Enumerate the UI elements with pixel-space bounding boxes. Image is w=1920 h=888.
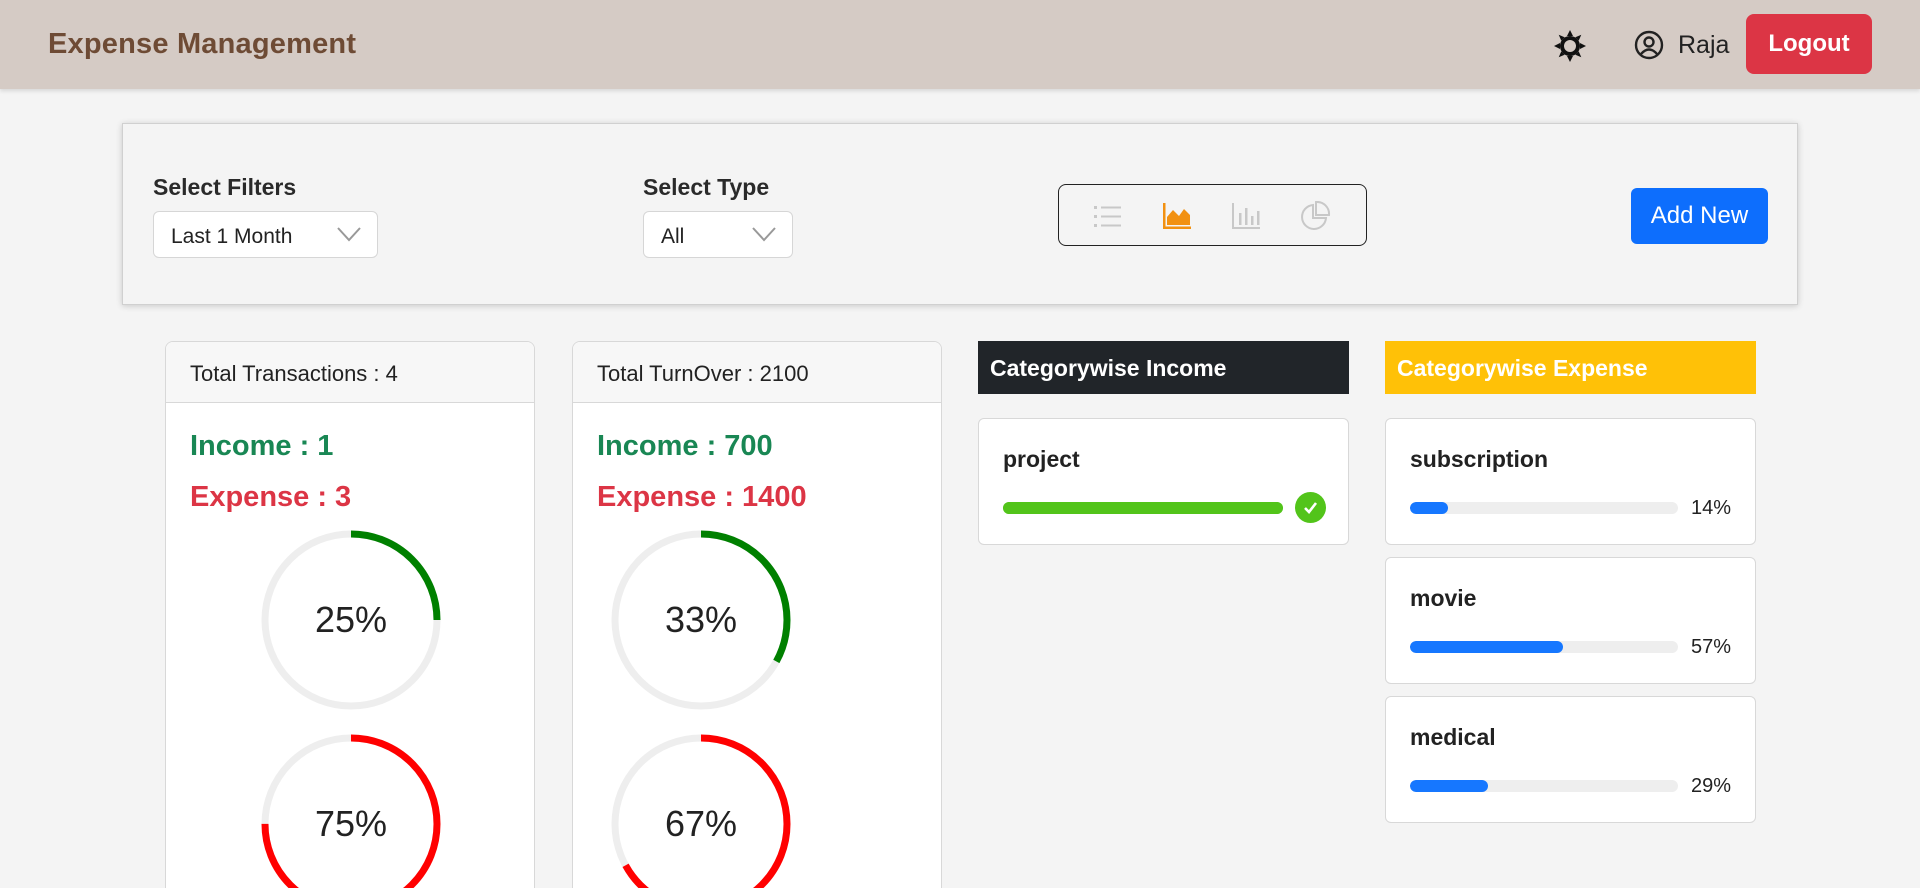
category-progress-bar [1410, 780, 1678, 792]
view-mode-toggle [1058, 184, 1367, 246]
category-progress-fill [1410, 502, 1448, 514]
expense-count: Expense : 3 [190, 481, 352, 513]
expense-amount: Expense : 1400 [597, 481, 807, 513]
income-amount: Income : 700 [597, 430, 773, 462]
category-progress-fill [1003, 502, 1283, 514]
filter-label: Select Filters [153, 174, 297, 200]
category-card-subscription: subscription 14% [1385, 418, 1756, 545]
total-transactions-card: Total Transactions : 4 Income : 1 Expens… [165, 341, 535, 888]
logout-button[interactable]: Logout [1746, 14, 1872, 74]
total-turnover-title: Total TurnOver : 2100 [573, 342, 941, 403]
user-circle-icon [1634, 30, 1664, 60]
category-card-medical: medical 29% [1385, 696, 1756, 823]
top-navbar: Expense Management Raja Logout [0, 0, 1920, 89]
category-progress-bar [1003, 502, 1283, 514]
category-progress-bar [1410, 502, 1678, 514]
income-percent: 25% [314, 599, 388, 640]
pie-chart-icon[interactable] [1299, 200, 1331, 231]
type-select-value: All [661, 225, 685, 248]
user-name: Raja [1678, 30, 1730, 59]
income-count: Income : 1 [190, 430, 334, 462]
app-title: Expense Management [48, 28, 357, 60]
category-progress-bar [1410, 641, 1678, 653]
user-menu[interactable]: Raja [1634, 26, 1729, 64]
add-new-button[interactable]: Add New [1631, 188, 1768, 244]
list-icon[interactable] [1092, 201, 1124, 231]
sun-icon[interactable] [1552, 28, 1588, 64]
total-transactions-title: Total Transactions : 4 [166, 342, 534, 403]
bar-chart-icon[interactable] [1230, 201, 1262, 231]
expense-percent: 75% [314, 803, 388, 844]
filter-select-value: Last 1 Month [171, 225, 293, 248]
type-select[interactable]: All [643, 211, 793, 258]
category-progress-fill [1410, 780, 1488, 792]
category-percent: 29% [1691, 775, 1732, 797]
category-name: subscription [1410, 446, 1549, 472]
categorywise-expense-header: Categorywise Expense [1385, 341, 1756, 394]
chevron-down-icon [337, 227, 361, 242]
chevron-down-icon [752, 227, 776, 242]
category-card-movie: movie 57% [1385, 557, 1756, 684]
type-label: Select Type [643, 174, 770, 200]
check-circle-icon [1295, 492, 1326, 523]
expense-percent: 67% [664, 803, 738, 844]
category-card-project: project [978, 418, 1349, 545]
filter-panel: Select Filters Last 1 Month Select Type … [122, 123, 1798, 305]
category-progress-fill [1410, 641, 1563, 653]
category-percent: 14% [1691, 497, 1732, 519]
filter-select[interactable]: Last 1 Month [153, 211, 378, 258]
category-name: medical [1410, 724, 1496, 750]
total-turnover-card: Total TurnOver : 2100 Income : 700 Expen… [572, 341, 942, 888]
category-name: movie [1410, 585, 1477, 611]
area-chart-icon[interactable] [1161, 201, 1193, 231]
categorywise-income-header: Categorywise Income [978, 341, 1349, 394]
income-percent: 33% [664, 599, 738, 640]
category-percent: 57% [1691, 636, 1732, 658]
category-name: project [1003, 446, 1080, 472]
